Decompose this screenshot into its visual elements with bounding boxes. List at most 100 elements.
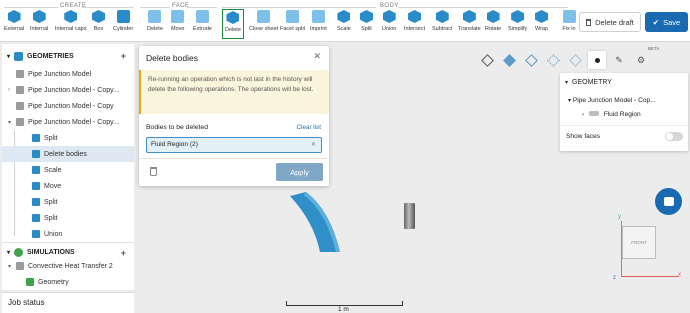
- pipe-model[interactable]: [290, 192, 346, 252]
- internal-icon: [32, 10, 46, 23]
- tree-item-sim-geometry[interactable]: Geometry: [2, 274, 134, 290]
- union-icon: [32, 230, 40, 238]
- tool-delete-body[interactable]: Delete: [222, 9, 244, 39]
- tool-close-sheet[interactable]: Close sheet: [249, 10, 278, 40]
- intersect-icon: [408, 10, 422, 23]
- tool-internal[interactable]: Internal: [30, 10, 48, 40]
- tool-translate[interactable]: Translate: [458, 10, 481, 40]
- edit-icon: [16, 118, 24, 126]
- wrap-icon: [535, 10, 549, 23]
- op-item[interactable]: Split: [2, 210, 134, 226]
- measure-icon[interactable]: ✎: [610, 51, 628, 69]
- geometries-header[interactable]: ▾ GEOMETRIES +: [2, 46, 134, 66]
- tree-item-label: Pipe Junction Model: [28, 70, 92, 78]
- orientation-cube[interactable]: y x z FRONT: [612, 214, 682, 284]
- geometry-panel-title: GEOMETRY: [572, 79, 612, 86]
- save-label: Save: [663, 17, 681, 27]
- tool-external[interactable]: External: [4, 10, 24, 40]
- show-faces-toggle[interactable]: [665, 132, 683, 141]
- tool-intersect[interactable]: Intersect: [404, 10, 425, 40]
- geometry-panel: ▾ GEOMETRY ▾ Pipe Junction Model - Cop..…: [560, 73, 688, 151]
- expand-icon: ›: [8, 87, 10, 93]
- op-item-selected[interactable]: Delete bodies: [2, 146, 134, 162]
- settings-icon[interactable]: ⚙: [632, 51, 650, 69]
- transparent-view-icon[interactable]: [544, 51, 562, 69]
- fluid-region-row[interactable]: › Fluid Region: [582, 111, 641, 118]
- op-item[interactable]: Move: [2, 178, 134, 194]
- save-button[interactable]: ✔ Save: [645, 12, 688, 32]
- check-icon: ✔: [652, 17, 660, 27]
- apply-button[interactable]: Apply: [276, 163, 323, 181]
- tool-label: Facet split: [280, 26, 306, 32]
- geometry-panel-header[interactable]: ▾ GEOMETRY: [565, 79, 612, 86]
- tree-item-geometry[interactable]: › Pipe Junction Model - Copy...: [2, 82, 134, 98]
- facet-split-icon: [286, 10, 300, 23]
- tool-subtract[interactable]: Subtract: [432, 10, 452, 40]
- tool-rotate[interactable]: Rotate: [485, 10, 501, 40]
- op-item[interactable]: Union: [2, 226, 134, 242]
- collapse-icon: ▾: [8, 263, 12, 270]
- cylinder-icon: [116, 10, 130, 23]
- tool-box[interactable]: Box: [92, 10, 105, 40]
- cylinder-model[interactable]: [404, 203, 415, 229]
- tool-internal-caps[interactable]: Internal caps: [55, 10, 87, 40]
- delete-draft-label: Delete draft: [595, 17, 634, 27]
- op-item[interactable]: Scale: [2, 162, 134, 178]
- tree-item-simulation[interactable]: ▾ Convective Heat Transfer 2: [2, 258, 134, 274]
- point-probe-icon[interactable]: [588, 51, 606, 69]
- split-icon: [32, 214, 40, 222]
- scale-label: 1 m: [338, 306, 349, 313]
- tool-imprint[interactable]: Imprint: [310, 10, 327, 40]
- tool-split[interactable]: Split: [360, 10, 373, 40]
- tool-simplify[interactable]: Simplify: [508, 10, 527, 40]
- geometries-icon: [14, 51, 24, 61]
- op-label: Split: [44, 214, 58, 222]
- wireframe-view-icon[interactable]: [522, 51, 540, 69]
- tree-item-geometry[interactable]: Pipe Junction Model - Copy: [2, 98, 134, 114]
- job-status-title: Job status: [8, 298, 45, 307]
- geometry-model-row[interactable]: ▾ Pipe Junction Model - Cop...: [568, 97, 656, 104]
- tool-label: Subtract: [432, 26, 453, 32]
- op-label: Move: [44, 182, 62, 190]
- chevron-down-icon: ▾: [7, 53, 11, 60]
- tool-wrap[interactable]: Wrap: [535, 10, 548, 40]
- remove-body-icon[interactable]: ✕: [311, 141, 316, 148]
- outline-view-icon[interactable]: [566, 51, 584, 69]
- op-item[interactable]: Split: [2, 130, 134, 146]
- tree-item-geometry-draft[interactable]: ▾ Pipe Junction Model - Copy...: [2, 114, 134, 130]
- delete-draft-button[interactable]: Delete draft: [579, 12, 641, 32]
- tool-move[interactable]: Move: [171, 10, 184, 40]
- trash-icon[interactable]: [150, 167, 157, 176]
- job-status-panel[interactable]: Job status: [2, 292, 134, 313]
- close-icon[interactable]: ✕: [313, 51, 321, 62]
- add-icon[interactable]: +: [121, 51, 126, 61]
- tree-item-geometry[interactable]: Pipe Junction Model: [2, 66, 134, 82]
- tool-label: Internal caps: [55, 26, 87, 32]
- bodies-selection-field[interactable]: Fluid Region (2) ✕: [146, 137, 322, 153]
- tool-extrude[interactable]: Extrude: [193, 10, 212, 40]
- tool-label: Delete: [147, 26, 163, 32]
- tool-face-delete[interactable]: Delete: [147, 10, 163, 40]
- chat-button[interactable]: [655, 188, 682, 215]
- translate-icon: [462, 10, 476, 23]
- solid-view-icon[interactable]: [500, 51, 518, 69]
- clear-list-link[interactable]: Clear list: [297, 124, 322, 131]
- tool-scale[interactable]: Scale: [337, 10, 351, 40]
- add-icon[interactable]: +: [121, 248, 126, 258]
- chevron-down-icon: ▾: [7, 250, 11, 256]
- front-face[interactable]: FRONT: [622, 226, 656, 259]
- view-cube-menu-icon[interactable]: [478, 51, 496, 69]
- tool-label: Close sheet: [249, 26, 279, 32]
- op-item[interactable]: Split: [2, 194, 134, 210]
- tool-facet-split[interactable]: Facet split: [280, 10, 305, 40]
- tool-label: Rotate: [485, 26, 502, 32]
- tool-fix[interactable]: Fix in: [562, 10, 576, 40]
- group-create-label: CREATE: [60, 3, 87, 9]
- geometries-title: GEOMETRIES: [27, 52, 74, 60]
- op-label: Scale: [44, 166, 62, 174]
- toolbar: CREATE FACE BODY External Internal Inter…: [0, 0, 690, 42]
- tool-union[interactable]: Union: [382, 10, 396, 40]
- delete-body-icon: [32, 150, 40, 158]
- tool-cylinder[interactable]: Cylinder: [113, 10, 133, 40]
- x-axis-label: x: [678, 272, 681, 278]
